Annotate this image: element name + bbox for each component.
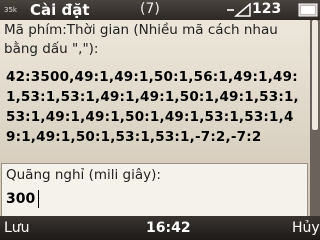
scrollbar[interactable]: [310, 20, 320, 216]
window-title: Cài đặt: [30, 1, 90, 19]
network-indicator: 123: [252, 1, 282, 17]
cancel-softkey[interactable]: Hủy: [292, 220, 320, 236]
signal-icon: [227, 3, 251, 17]
scroll-thumb[interactable]: [312, 20, 318, 130]
settings-form: Mã phím:Thời gian (Nhiều mã cách nhau bằ…: [0, 20, 310, 217]
pause-input[interactable]: 300: [6, 191, 35, 207]
save-softkey[interactable]: Lưu: [4, 220, 30, 236]
status-bar: 35k Cài đặt (7) 123: [0, 0, 320, 20]
clock: 16:42: [146, 220, 191, 236]
softkey-bar: Lưu 16:42 Hủy: [0, 216, 320, 240]
notification-count: (7): [140, 1, 160, 17]
pause-label: Quãng nghỉ (mili giây):: [6, 167, 161, 183]
text-cursor: [38, 190, 39, 208]
status-indicator: 35k: [4, 6, 17, 14]
pause-field[interactable]: Quãng nghỉ (mili giây): 300: [1, 163, 308, 217]
battery-icon: [298, 3, 318, 17]
settings-screen: 35k Cài đặt (7) 123 Mã phím:Thời gian (N…: [0, 0, 320, 240]
key-code-input[interactable]: 42:3500,49:1,49:1,50:1,56:1,49:1,49:1,53…: [6, 67, 308, 147]
key-code-label: Mã phím:Thời gian (Nhiều mã cách nhau bằ…: [4, 22, 278, 57]
